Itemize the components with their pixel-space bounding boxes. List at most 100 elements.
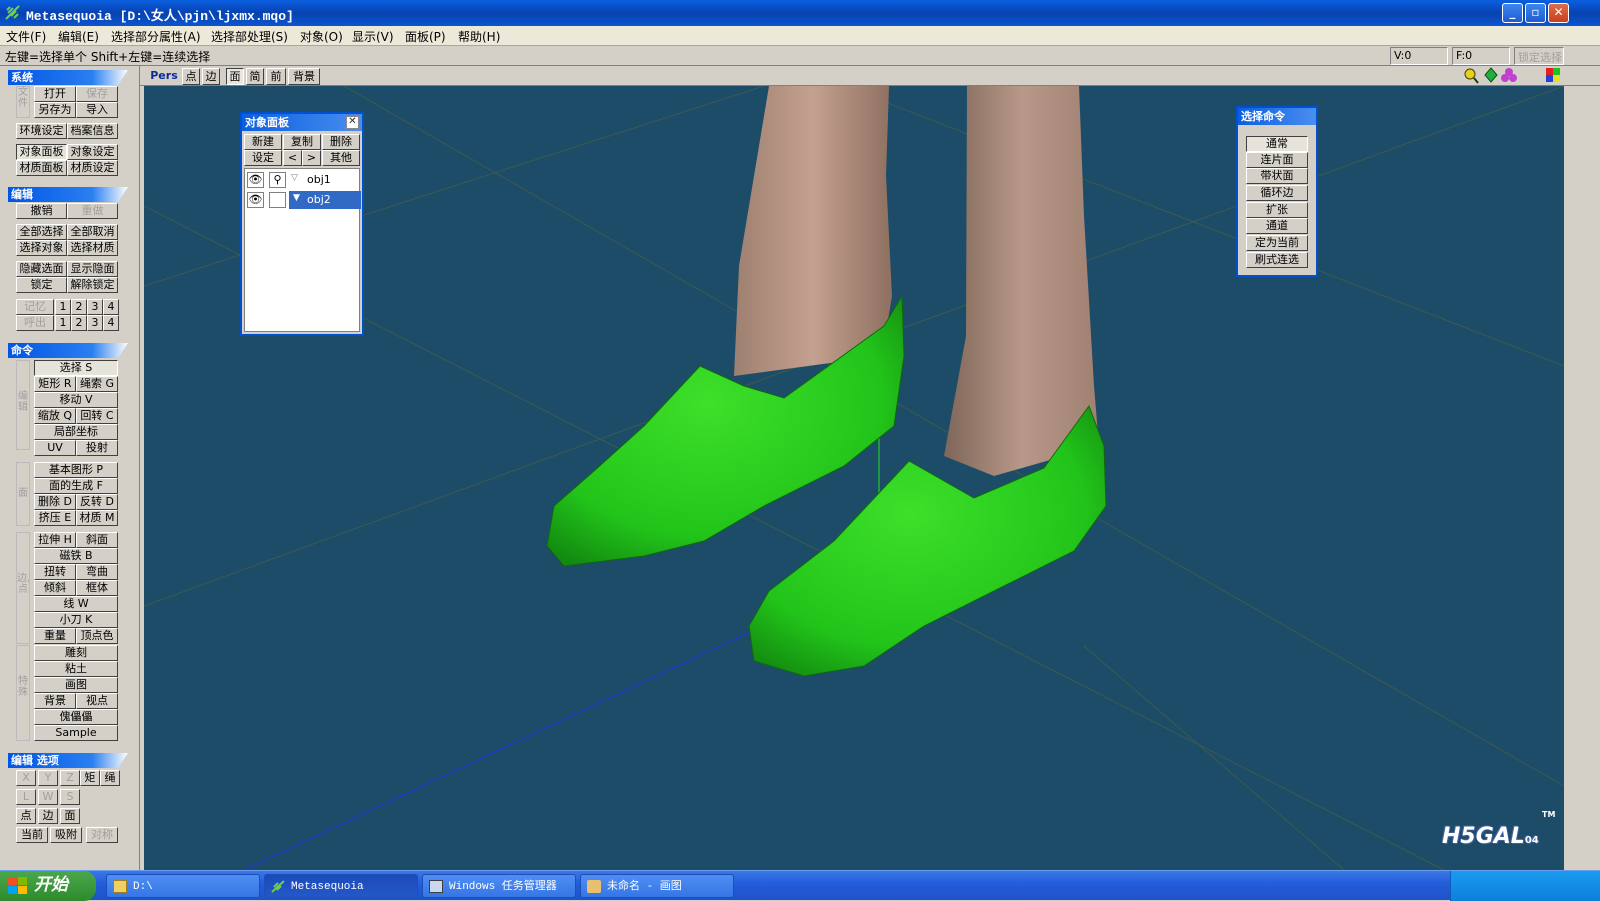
select-command-titlebar[interactable]: 选择命令 [1238,108,1316,125]
basic-shape-button[interactable]: 基本图形 P [34,462,118,478]
menu-object[interactable]: 对象(O) [300,28,343,45]
environment-button[interactable]: 环境设定 [16,123,67,139]
copy-object-button[interactable]: 复制 [283,134,321,150]
delete-tool-button[interactable]: 删除 D [34,494,76,510]
set-current-button[interactable]: 定为当前 [1246,235,1308,251]
brush-select-button[interactable]: 刷式连选 [1246,252,1308,268]
rect-option-toggle[interactable]: 矩 [80,770,100,786]
symmetry-toggle[interactable]: 对称 [86,827,118,843]
menu-selection-process[interactable]: 选择部处理(S) [211,28,288,45]
bevel-tool-button[interactable]: 斜面 [76,532,118,548]
line-tool-button[interactable]: 线 W [34,596,118,612]
vertex-color-button[interactable]: 顶点色 [76,628,118,644]
start-button[interactable]: 开始 [0,871,96,901]
select-material-button[interactable]: 选择材质 [67,240,118,256]
select-tool-button[interactable]: 选择 S [34,360,118,376]
task-metasequoia[interactable]: Metasequoia [264,874,418,898]
edge-mode-toggle[interactable]: 边 [38,808,58,824]
rotate-view-icon[interactable] [1501,68,1517,82]
bend-tool-button[interactable]: 弯曲 [76,564,118,580]
face-mode-toggle[interactable]: 面 [60,808,80,824]
redo-button[interactable]: 重做 [67,203,118,219]
collapse-icon[interactable]: ▽ [291,173,298,183]
select-channel-button[interactable]: 通道 [1246,218,1308,234]
memory-slot-3[interactable]: 3 [87,299,103,315]
object-settings-button-2[interactable]: 设定 [244,150,282,166]
show-vertices-toggle[interactable]: 点 [182,68,200,85]
object-panel-titlebar[interactable]: 对象面板 ✕ [242,114,362,131]
deselect-all-button[interactable]: 全部取消 [67,224,118,240]
show-hidden-button[interactable]: 显示隐面 [67,261,118,277]
weight-tool-button[interactable]: 重量 [34,628,76,644]
lock-button[interactable]: 锁定 [16,277,67,293]
axis-x-toggle[interactable]: X [16,770,36,786]
material-settings-button[interactable]: 材质设定 [67,160,118,176]
memory-slot-2[interactable]: 2 [71,299,87,315]
sample-tool-button[interactable]: Sample [34,725,118,741]
select-object-button[interactable]: 选择对象 [16,240,67,256]
vertex-mode-toggle[interactable]: 点 [16,808,36,824]
lock-selection-button[interactable]: 锁定选择 [1514,47,1564,65]
undo-button[interactable]: 撤销 [16,203,67,219]
marionette-tool-button[interactable]: 傀儡儡 [34,709,118,725]
show-edges-toggle[interactable]: 边 [202,68,220,85]
rope-option-toggle[interactable]: 绳 [100,770,120,786]
import-button[interactable]: 导入 [76,102,118,118]
lock-empty-icon[interactable] [269,192,286,208]
menu-panel[interactable]: 面板(P) [405,28,446,45]
task-explorer[interactable]: D:\ [106,874,260,898]
recall-slot-3[interactable]: 3 [87,315,103,331]
recall-slot-2[interactable]: 2 [71,315,87,331]
hide-selected-button[interactable]: 隐藏选面 [16,261,67,277]
zoom-icon[interactable] [1464,68,1479,84]
move-up-button[interactable]: < [283,150,302,166]
pan-icon[interactable] [1484,67,1498,83]
rotate-tool-button[interactable]: 回转 C [76,408,118,424]
material-tool-button[interactable]: 材质 M [76,510,118,526]
menu-view[interactable]: 显示(V) [352,28,394,45]
clay-tool-button[interactable]: 粘土 [34,661,118,677]
object-row[interactable]: 👁 ⚲ ▽ obj1 [245,171,361,189]
local-option-toggle[interactable]: L [16,789,36,805]
object-row-selected[interactable]: 👁 obj2 ▼ [245,191,361,209]
color-palette-icon[interactable] [1546,68,1560,82]
save-as-button[interactable]: 另存为 [34,102,76,118]
save-button[interactable]: 保存 [76,86,118,102]
rope-select-button[interactable]: 绳索 G [76,376,118,392]
menu-edit[interactable]: 编辑(E) [58,28,99,45]
move-down-button[interactable]: > [302,150,321,166]
select-loop-button[interactable]: 循环边 [1246,185,1308,201]
face-generate-button[interactable]: 面的生成 F [34,478,118,494]
front-view-toggle[interactable]: 前 [266,68,286,85]
select-expand-button[interactable]: 扩张 [1246,202,1308,218]
menu-file[interactable]: 文件(F) [6,28,46,45]
object-panel-button[interactable]: 对象面板 [16,144,67,160]
show-faces-toggle[interactable]: 面 [226,68,244,85]
project-button[interactable]: 投射 [76,440,118,456]
lock-brush-icon[interactable]: ⚲ [269,172,286,188]
menu-selection-attr[interactable]: 选择部分属性(A) [111,28,201,45]
delete-object-button[interactable]: 删除 [322,134,360,150]
perspective-toggle[interactable]: Pers [148,68,180,85]
recall-slot-4[interactable]: 4 [103,315,119,331]
object-settings-button[interactable]: 对象设定 [67,144,118,160]
title-bar[interactable]: Metasequoia [D:\女人\pjn\ljxmx.mqo] _ ▫ ✕ [0,0,1600,26]
maximize-button[interactable]: ▫ [1525,3,1546,23]
background-toggle[interactable]: 背景 [288,68,320,85]
world-option-toggle[interactable]: W [38,789,58,805]
rect-select-button[interactable]: 矩形 R [34,376,76,392]
scale-tool-button[interactable]: 缩放 Q [34,408,76,424]
screen-option-toggle[interactable]: S [60,789,80,805]
recall-slot-1[interactable]: 1 [55,315,71,331]
axis-z-toggle[interactable]: Z [60,770,80,786]
material-panel-button[interactable]: 材质面板 [16,160,67,176]
memory-slot-1[interactable]: 1 [55,299,71,315]
visibility-eye-icon[interactable]: 👁 [247,172,264,188]
select-all-button[interactable]: 全部选择 [16,224,67,240]
lean-tool-button[interactable]: 倾斜 [34,580,76,596]
stretch-tool-button[interactable]: 拉伸 H [34,532,76,548]
unlock-button[interactable]: 解除锁定 [67,277,118,293]
menu-help[interactable]: 帮助(H) [458,28,500,45]
uv-button[interactable]: UV [34,440,76,456]
task-task-manager[interactable]: Windows 任务管理器 [422,874,576,898]
